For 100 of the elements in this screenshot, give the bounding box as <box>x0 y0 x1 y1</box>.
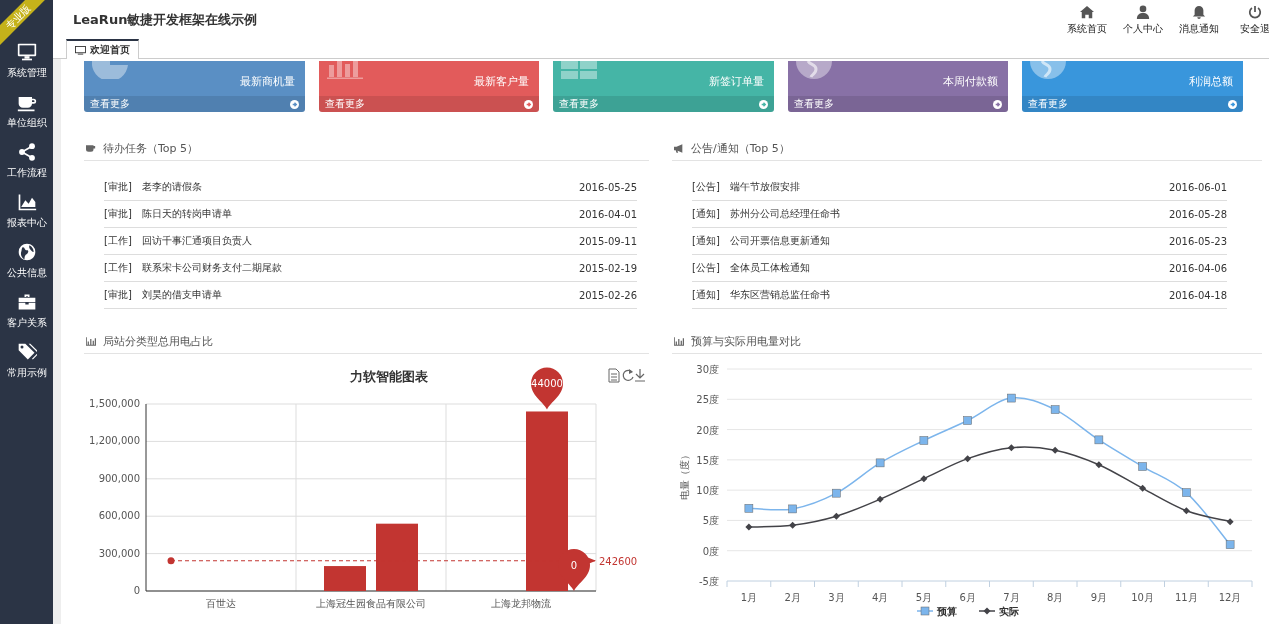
average-value: 242600 <box>599 555 638 567</box>
view-more-link[interactable]: 查看更多 <box>793 97 834 111</box>
list-item[interactable]: [审批] 刘昊的借支申请单 2015-02-26 <box>104 282 637 309</box>
legend-item[interactable]: 预算 <box>916 606 957 617</box>
marker-pin <box>531 367 563 410</box>
monitor-icon <box>16 42 37 62</box>
diamond-marker <box>1182 507 1190 515</box>
arrow-circle-icon[interactable] <box>1227 99 1237 109</box>
sidebar-item[interactable]: 公共信息 <box>0 236 53 286</box>
list-item[interactable]: [工作] 回访千事汇通项目负责人 2015-09-11 <box>104 228 637 255</box>
legend-label: 实际 <box>999 606 1019 617</box>
header-action-button[interactable]: 消息通知 <box>1177 5 1221 36</box>
chart-title: 力软智能图表 <box>350 369 428 384</box>
bar-chart-icon <box>674 336 684 346</box>
axis-label: 0度 <box>702 545 719 557</box>
sidebar-item[interactable]: 工作流程 <box>0 136 53 186</box>
list-item[interactable]: [工作] 联系宋卡公司财务支付二期尾款 2015-02-19 <box>104 255 637 282</box>
download-icon[interactable] <box>634 368 646 382</box>
legend-label: 预算 <box>936 606 957 617</box>
home-icon <box>1080 5 1094 19</box>
legend-item[interactable]: 实际 <box>978 606 1019 617</box>
arrow-circle-icon[interactable] <box>289 99 299 109</box>
axis-label: 4月 <box>871 592 889 603</box>
diamond-marker <box>876 495 884 503</box>
view-more-link[interactable]: 查看更多 <box>90 97 130 111</box>
list-item[interactable]: [公告] 全体员工体检通知 2016-04-06 <box>692 255 1227 282</box>
stat-label: 本周付款额 <box>943 74 999 89</box>
view-more-link[interactable]: 查看更多 <box>1028 97 1069 111</box>
axis-label: -5度 <box>699 576 719 587</box>
diamond-marker <box>745 523 753 531</box>
panel-title: 局站分类型总用电占比 <box>103 333 213 349</box>
share-icon <box>16 142 37 162</box>
diamond-marker <box>964 455 972 463</box>
axis-label: 10月 <box>1131 592 1154 603</box>
axis-label: 15度 <box>696 454 719 466</box>
sidebar-item[interactable]: 报表中心 <box>0 186 53 236</box>
view-more-link[interactable]: 查看更多 <box>324 97 365 111</box>
document-icon[interactable] <box>608 368 620 383</box>
cup-icon <box>86 143 96 153</box>
axis-label: 12月 <box>1218 592 1242 603</box>
axis-label: 7月 <box>1003 592 1020 603</box>
bell-icon <box>1192 5 1206 19</box>
axis-label: 百世达 <box>206 598 236 609</box>
axis-label: 8月 <box>1046 592 1064 603</box>
panel-title: 公告/通知（Top 5） <box>691 140 790 156</box>
pin-label: 0 <box>570 560 578 571</box>
line-start-dot <box>167 557 175 565</box>
square-marker <box>1094 435 1104 445</box>
axis-label: 600,000 <box>98 510 140 522</box>
axis-label: 25度 <box>696 394 719 406</box>
sidebar-item[interactable]: 客户关系 <box>0 286 53 336</box>
bar-chart-icon <box>86 336 96 346</box>
square-marker <box>1225 540 1235 549</box>
sidebar-item[interactable]: 单位组织 <box>0 86 53 136</box>
axis-label: 30度 <box>696 364 719 375</box>
axis-label: 20度 <box>696 424 719 436</box>
arrow-circle-icon[interactable] <box>993 99 1003 109</box>
diamond-marker <box>1095 461 1103 469</box>
axis-label: 1,200,000 <box>89 435 140 447</box>
sidebar-item[interactable]: 常用示例 <box>0 336 53 386</box>
arrow-circle-icon[interactable] <box>524 99 534 109</box>
square-marker <box>1182 488 1191 497</box>
axis-label: 10度 <box>696 485 719 497</box>
list-item[interactable]: [审批] 陈日天的转岗申请单 2016-04-01 <box>104 201 637 228</box>
axis-label: 11月 <box>1175 592 1198 603</box>
diamond-marker <box>832 512 840 520</box>
sidebar-item[interactable]: 系统管理 <box>0 36 53 86</box>
square-marker <box>788 504 797 514</box>
list-item[interactable]: [审批] 老李的请假条 2016-05-25 <box>104 174 637 201</box>
axis-label: 上海龙邦物流 <box>491 598 551 609</box>
header-action-button[interactable]: 系统首页 <box>1065 5 1109 36</box>
square-marker <box>919 436 929 445</box>
axis-label: 3月 <box>828 592 845 603</box>
arrow-circle-icon[interactable] <box>758 99 768 109</box>
axis-label: 6月 <box>959 592 976 603</box>
square-marker <box>1050 405 1060 414</box>
list-item[interactable]: [通知] 苏州分公司总经理任命书 2016-05-28 <box>692 201 1227 228</box>
stat-label: 最新客户量 <box>474 74 530 89</box>
square-marker <box>832 488 841 498</box>
axis-label: 2月 <box>784 592 801 603</box>
tags-icon <box>16 342 37 362</box>
axis-label: 900,000 <box>98 472 140 484</box>
tab[interactable]: 欢迎首页 <box>66 39 139 59</box>
square-marker <box>1007 393 1016 403</box>
windows-icon <box>561 61 598 79</box>
diamond-marker <box>1007 444 1015 452</box>
monitor-icon <box>75 45 86 55</box>
axis-label: 上海冠生园食品有限公司 <box>316 598 426 609</box>
header-action-button[interactable]: 安全退 <box>1233 5 1269 36</box>
app-title: LeaRun敏捷开发框架在线示例 <box>72 11 258 29</box>
axis-label: 5度 <box>702 515 719 527</box>
list-item[interactable]: [通知] 公司开票信息更新通知 2016-05-23 <box>692 228 1227 255</box>
axis-label: 300,000 <box>98 547 140 559</box>
power-icon <box>1248 5 1262 19</box>
diamond-marker <box>920 475 928 483</box>
refresh-icon[interactable] <box>622 369 634 381</box>
header-action-button[interactable]: 个人中心 <box>1121 5 1165 36</box>
list-item[interactable]: [通知] 华东区营销总监任命书 2016-04-18 <box>692 282 1227 309</box>
square-marker <box>875 458 885 468</box>
list-item[interactable]: [公告] 端午节放假安排 2016-06-01 <box>692 174 1227 201</box>
